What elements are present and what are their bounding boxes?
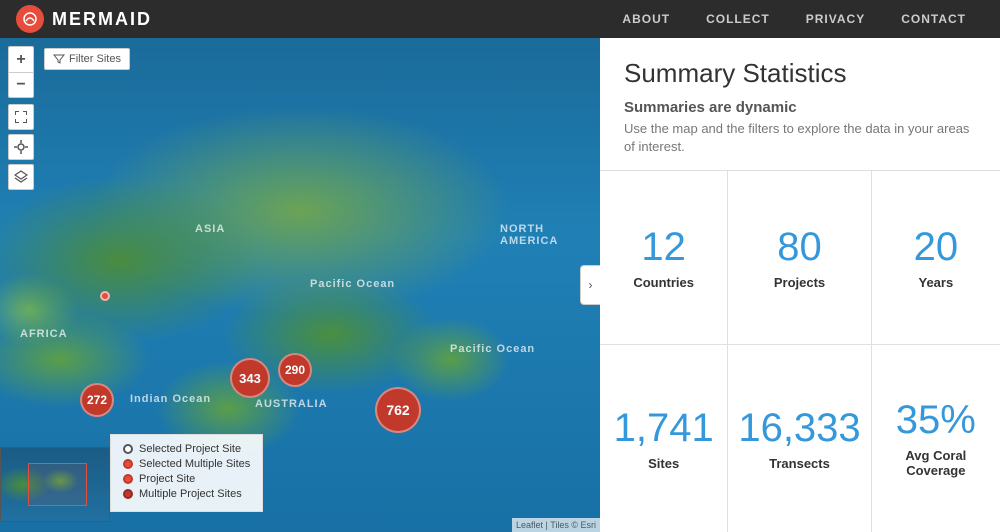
stat-label: Sites (648, 456, 679, 471)
stat-label: Avg Coral Coverage (882, 448, 990, 478)
legend-dot (123, 459, 133, 469)
filter-sites-button[interactable]: Filter Sites (44, 48, 130, 70)
zoom-controls: + − (8, 46, 34, 98)
legend-item: Project Site (123, 473, 250, 485)
logo-text: MERMAID (52, 9, 152, 30)
stats-description: Use the map and the filters to explore t… (624, 120, 976, 156)
header: MERMAID ABOUTCOLLECTPRIVACYCONTACT (0, 0, 1000, 38)
legend-label: Selected Project Site (139, 443, 241, 455)
stat-number: 1,741 (614, 406, 714, 450)
locate-button[interactable] (8, 134, 34, 160)
zoom-out-button[interactable]: − (8, 72, 34, 98)
stat-cell: 35% Avg Coral Coverage (872, 345, 1000, 532)
nav-item-about[interactable]: ABOUT (604, 0, 688, 38)
collapse-button[interactable]: › (580, 265, 600, 305)
legend-item: Multiple Project Sites (123, 488, 250, 500)
zoom-in-button[interactable]: + (8, 46, 34, 72)
legend-label: Multiple Project Sites (139, 488, 242, 500)
nav: ABOUTCOLLECTPRIVACYCONTACT (604, 0, 984, 38)
mini-map-viewport (28, 463, 87, 507)
cluster-marker[interactable]: 272 (80, 383, 114, 417)
stat-label: Projects (774, 275, 825, 290)
fullscreen-button[interactable] (8, 104, 34, 130)
legend-item: Selected Multiple Sites (123, 458, 250, 470)
nav-item-collect[interactable]: COLLECT (688, 0, 788, 38)
stats-header: Summary Statistics Summaries are dynamic… (600, 38, 1000, 171)
map-legend: Selected Project Site Selected Multiple S… (110, 434, 263, 512)
stat-cell: 1,741 Sites (600, 345, 728, 532)
stat-cell: 80 Projects (728, 171, 871, 344)
stat-label: Years (918, 275, 953, 290)
nav-item-contact[interactable]: CONTACT (883, 0, 984, 38)
mini-map (0, 447, 110, 522)
legend-item: Selected Project Site (123, 443, 250, 455)
stats-grid: 12 Countries 80 Projects 20 Years 1,741 Sites 16… (600, 171, 1000, 532)
stat-number: 35% (896, 398, 976, 442)
stat-number: 80 (777, 225, 822, 269)
stat-cell: 16,333 Transects (728, 345, 871, 532)
stat-label: Transects (769, 456, 830, 471)
stat-number: 12 (641, 225, 686, 269)
cluster-marker[interactable]: 343 (230, 358, 270, 398)
map-controls: + − (8, 46, 34, 190)
stat-cell: 20 Years (872, 171, 1000, 344)
logo-icon (16, 5, 44, 33)
map-attribution: Leaflet | Tiles © Esri (512, 518, 600, 532)
legend-label: Selected Multiple Sites (139, 458, 250, 470)
map-area[interactable]: ASIAAFRICAAUSTRALIAPacific OceanPacific … (0, 38, 600, 532)
stat-number: 16,333 (738, 406, 860, 450)
logo-area: MERMAID (16, 5, 604, 33)
legend-dot (123, 444, 133, 454)
stats-panel: Summary Statistics Summaries are dynamic… (600, 38, 1000, 532)
stat-label: Countries (633, 275, 694, 290)
legend-label: Project Site (139, 473, 195, 485)
stats-subtitle: Summaries are dynamic (624, 99, 976, 116)
filter-sites-label: Filter Sites (69, 53, 121, 65)
legend-dot (123, 489, 133, 499)
map-extra-controls (8, 104, 34, 190)
main: ASIAAFRICAAUSTRALIAPacific OceanPacific … (0, 38, 1000, 532)
cluster-marker[interactable]: 762 (375, 387, 421, 433)
stats-title: Summary Statistics (624, 58, 976, 89)
stat-number: 20 (914, 225, 959, 269)
layer-button[interactable] (8, 164, 34, 190)
dot-marker[interactable] (100, 291, 110, 301)
legend-dot (123, 474, 133, 484)
collapse-icon: › (589, 278, 593, 292)
nav-item-privacy[interactable]: PRIVACY (788, 0, 883, 38)
cluster-marker[interactable]: 290 (278, 353, 312, 387)
stat-cell: 12 Countries (600, 171, 728, 344)
